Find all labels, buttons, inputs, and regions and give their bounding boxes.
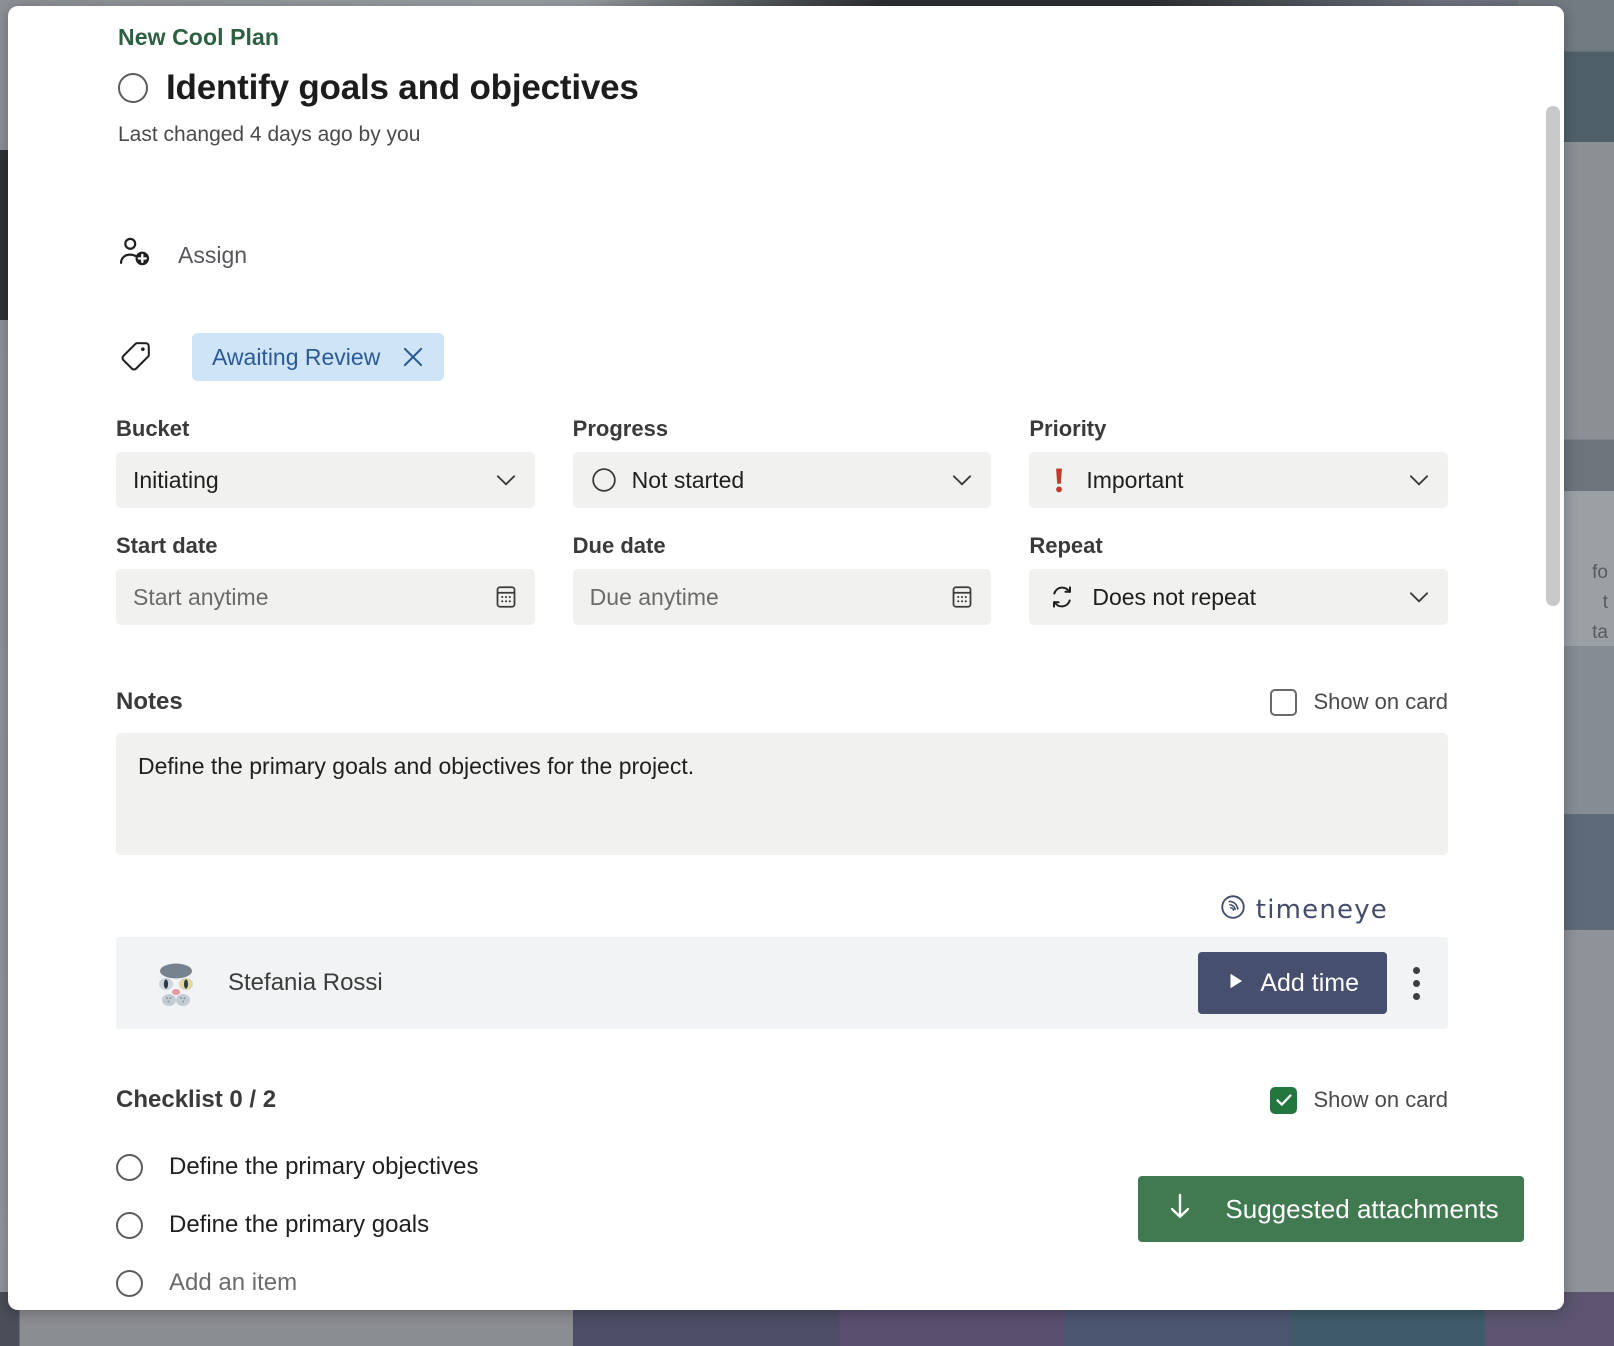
exclamation-important-icon [1046, 465, 1072, 495]
checklist-item[interactable]: Define the primary objectives [116, 1138, 1016, 1196]
due-date-label: Due date [572, 533, 666, 558]
task-detail-content: New Cool Plan Identify goals and objecti… [8, 6, 1524, 1310]
notes-header: Notes Show on card [116, 688, 1448, 716]
due-date-placeholder: Due anytime [589, 583, 719, 610]
checklist-item-label: Define the primary goals [169, 1211, 430, 1238]
label-chip-awaiting-review[interactable]: Awaiting Review [192, 333, 445, 381]
task-complete-toggle[interactable] [118, 73, 148, 103]
background-text-line-1: fo [1592, 562, 1608, 583]
task-detail-panel: New Cool Plan Identify goals and objecti… [8, 6, 1564, 1310]
play-icon [1226, 969, 1246, 998]
field-repeat: Repeat Does not repeat [1029, 533, 1449, 625]
priority-label: Priority [1029, 416, 1107, 441]
labels-row: Awaiting Review [118, 333, 445, 381]
background-text-line-2: t [1602, 592, 1608, 613]
tag-icon[interactable] [118, 336, 156, 379]
checklist-items: Define the primary objectives Define the… [116, 1138, 1016, 1310]
repeat-dropdown[interactable]: Does not repeat [1029, 569, 1449, 625]
notes-show-on-card-label: Show on card [1313, 689, 1448, 714]
checklist-add-item-row[interactable]: Add an item [116, 1254, 1016, 1310]
assign-button[interactable]: Assign [116, 234, 247, 277]
timeneye-logo: timeneye [1218, 892, 1388, 927]
kebab-menu-icon[interactable] [1413, 966, 1420, 1000]
checklist-title: Checklist 0 / 2 [116, 1086, 277, 1113]
field-progress: Progress Not started [572, 416, 992, 508]
checklist-add-item-placeholder: Add an item [169, 1269, 298, 1296]
field-bucket: Bucket Initiating [116, 416, 535, 508]
suggested-attachments-button[interactable]: Suggested attachments [1138, 1176, 1524, 1242]
repeat-label: Repeat [1029, 533, 1103, 558]
assign-label: Assign [178, 242, 248, 268]
notes-show-on-card-toggle[interactable]: Show on card [1270, 688, 1448, 716]
checklist-item-label: Define the primary objectives [169, 1153, 479, 1180]
not-started-circle-icon [590, 466, 618, 494]
person-add-icon [116, 234, 154, 277]
bucket-value: Initiating [133, 466, 219, 493]
start-date-placeholder: Start anytime [133, 583, 269, 610]
progress-label: Progress [572, 416, 669, 441]
notes-textarea[interactable]: Define the primary goals and objectives … [116, 733, 1448, 855]
priority-dropdown[interactable]: Important [1029, 452, 1449, 508]
timeneye-wordmark: timeneye [1255, 894, 1388, 925]
checklist-add-item-toggle[interactable] [116, 1269, 143, 1297]
field-due-date: Due date Due anytime [572, 533, 992, 625]
field-row-dates: Start date Start anytime Due date Due an… [116, 533, 1449, 625]
add-time-button[interactable]: Add time [1198, 952, 1387, 1014]
chevron-down-icon [947, 465, 977, 495]
field-start-date: Start date Start anytime [116, 533, 535, 625]
label-chip-text: Awaiting Review [212, 343, 381, 370]
timeneye-mark-icon [1218, 892, 1248, 927]
calendar-icon[interactable] [947, 582, 977, 612]
checklist-item-toggle[interactable] [116, 1153, 143, 1181]
time-tracking-row: Stefania Rossi Add time [116, 937, 1448, 1029]
checklist-item[interactable]: Define the primary goals [116, 1196, 1016, 1254]
panel-scrollbar-thumb[interactable] [1546, 106, 1560, 606]
page-title: Identify goals and objectives [166, 68, 639, 107]
time-entry-person-name: Stefania Rossi [228, 969, 383, 996]
bucket-dropdown[interactable]: Initiating [116, 452, 535, 508]
repeat-value: Does not repeat [1092, 583, 1257, 610]
add-time-label: Add time [1260, 968, 1359, 997]
task-title-row: Identify goals and objectives [118, 68, 639, 108]
field-row-spacer [116, 508, 1448, 533]
background-text-line-3: ta [1592, 622, 1608, 643]
checklist-show-on-card-label: Show on card [1313, 1087, 1448, 1112]
progress-dropdown[interactable]: Not started [572, 452, 992, 508]
chevron-down-icon [491, 465, 521, 495]
checkbox-unchecked-icon [1270, 688, 1298, 716]
chevron-down-icon [1404, 465, 1434, 495]
repeat-icon [1046, 581, 1078, 613]
due-date-input[interactable]: Due anytime [572, 569, 992, 625]
checklist-show-on-card-toggle[interactable]: Show on card [1270, 1086, 1448, 1114]
task-fields-grid: Bucket Initiating Progress Not started P… [116, 416, 1449, 625]
panel-scrollbar-track[interactable] [1542, 6, 1564, 1310]
checklist-item-toggle[interactable] [116, 1211, 143, 1239]
plan-name-link[interactable]: New Cool Plan [118, 24, 279, 51]
start-date-label: Start date [116, 533, 218, 558]
last-changed-text: Last changed 4 days ago by you [118, 123, 421, 146]
priority-value: Important [1086, 466, 1184, 493]
cat-avatar-icon [148, 955, 204, 1011]
notes-text: Define the primary goals and objectives … [138, 753, 695, 779]
checklist-header: Checklist 0 / 2 Show on card [116, 1086, 1448, 1114]
notes-label: Notes [116, 688, 183, 715]
progress-value: Not started [631, 466, 745, 493]
arrow-down-icon [1163, 1189, 1197, 1230]
start-date-input[interactable]: Start anytime [116, 569, 535, 625]
chevron-down-icon [1404, 582, 1434, 612]
close-icon[interactable] [398, 342, 428, 372]
field-row-primary: Bucket Initiating Progress Not started P… [116, 416, 1449, 508]
checkbox-checked-icon [1270, 1086, 1298, 1114]
bucket-label: Bucket [116, 416, 190, 441]
calendar-icon[interactable] [491, 582, 521, 612]
suggested-attachments-label: Suggested attachments [1225, 1193, 1499, 1224]
field-priority: Priority Important [1029, 416, 1449, 508]
